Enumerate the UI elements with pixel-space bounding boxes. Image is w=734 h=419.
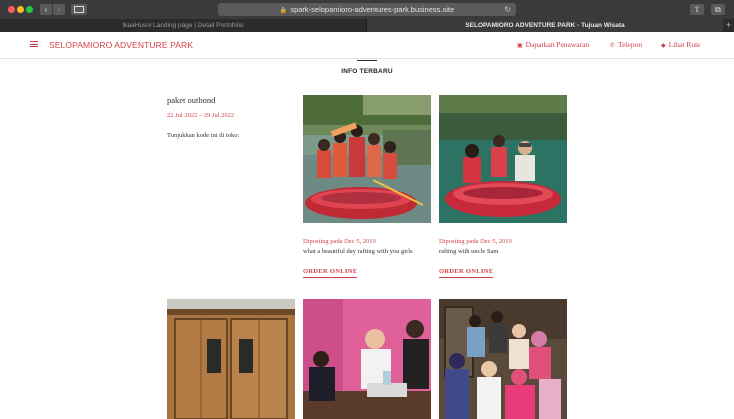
directions-icon: ◆ [661,43,666,49]
zoom-window-button[interactable] [26,6,33,13]
post-caption: what a beautiful day rafting with you gi… [303,248,413,255]
section-divider [357,60,377,61]
minimize-window-button[interactable] [17,6,24,13]
lock-icon: 🔒 [279,8,288,14]
new-tab-icon[interactable]: + [723,19,734,32]
tab-overview-icon[interactable]: ⧉ [711,4,725,15]
back-arrow-icon[interactable]: ‹ [40,4,52,15]
post-photo-rafting-uncle[interactable] [439,95,567,223]
post-date: Diposting pada Dec 5, 2019 [303,238,376,245]
offer-title: paket outbond [167,95,216,105]
nav-phone-label: Telepon [618,40,643,49]
post-photo-pink-room[interactable] [303,299,431,419]
post-photo-rafting-girls[interactable] [303,95,431,223]
phone-icon: ✆ [610,43,616,49]
brand-name[interactable]: SELOPAMIORO ADVENTURE PARK [49,40,193,50]
offer-dates: 22 Jul 2022 – 29 Jul 2022 [167,112,235,119]
nav-get-offer[interactable]: ▣ Dapatkan Penawaran [517,40,589,49]
share-icon[interactable]: ⇧ [690,4,704,15]
nav-route[interactable]: ◆ Lihat Rute [661,40,701,49]
post-photo-group[interactable] [439,299,567,419]
forward-arrow-icon[interactable]: › [53,4,65,15]
tab-bar: IkaaHusni Landing page | Detail Portofol… [0,19,734,32]
post-caption: rafting with uncle Sam [439,248,499,255]
reload-icon[interactable]: ↻ [504,3,511,16]
url-text: spark-selopamioro-adventures-park.busine… [290,5,455,14]
tab-portfolio[interactable]: IkaaHusni Landing page | Detail Portofol… [0,19,367,32]
offer-icon: ▣ [517,43,523,49]
post-photo-wooden-house[interactable] [167,299,295,419]
order-online-button[interactable]: ORDER ONLINE [439,268,494,278]
order-online-button[interactable]: ORDER ONLINE [303,268,358,278]
site-header: SELOPAMIORO ADVENTURE PARK ▣ Dapatkan Pen… [0,32,734,59]
close-window-button[interactable] [8,6,15,13]
nav-phone[interactable]: ✆ Telepon [610,40,642,49]
nav-route-label: Lihat Rute [668,40,701,49]
sidebar-toggle-icon[interactable] [71,4,87,15]
address-bar[interactable]: 🔒 spark-selopamioro-adventures-park.busin… [218,3,516,16]
section-title: INFO TERBARU [341,68,393,75]
offer-code-text: Tunjukkan kode ini di toko: [167,132,240,139]
menu-icon[interactable] [30,41,38,47]
post-date: Diposting pada Dec 5, 2019 [439,238,512,245]
nav-get-offer-label: Dapatkan Penawaran [525,40,590,49]
browser-toolbar: ‹ › 🔒 spark-selopamioro-adventures-park.b… [0,0,734,20]
tab-selopamioro[interactable]: SELOPAMIORO ADVENTURE PARK - Tujuan Wisa… [367,19,723,32]
